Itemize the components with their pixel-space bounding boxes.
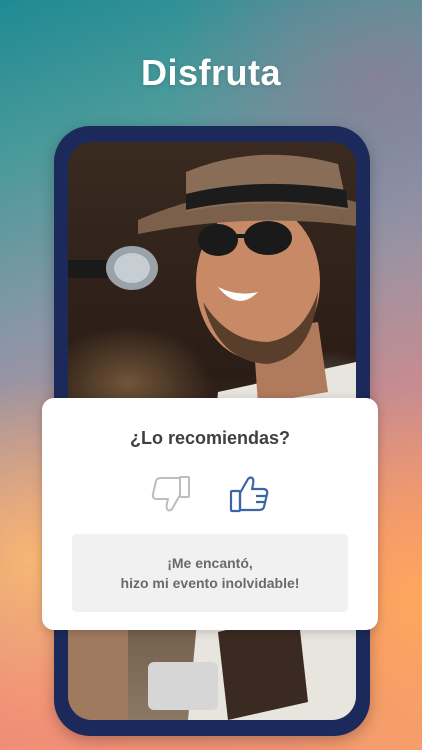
review-text-box: ¡Me encantó, hizo mi evento inolvidable!	[72, 534, 348, 612]
review-line-1: ¡Me encantó,	[167, 555, 253, 571]
thumbs-up-icon	[229, 476, 269, 513]
thumbs-down-icon	[151, 476, 190, 512]
review-line-2: hizo mi evento inolvidable!	[120, 575, 300, 591]
thumbs-down-button[interactable]	[146, 470, 194, 518]
recommendation-card: ¿Lo recomiendas? ¡Me encantó, hizo mi ev…	[42, 398, 378, 630]
page-heading: Disfruta	[140, 52, 282, 93]
recommend-question: ¿Lo recomiendas?	[129, 428, 291, 448]
thumbs-up-button[interactable]	[226, 470, 274, 518]
